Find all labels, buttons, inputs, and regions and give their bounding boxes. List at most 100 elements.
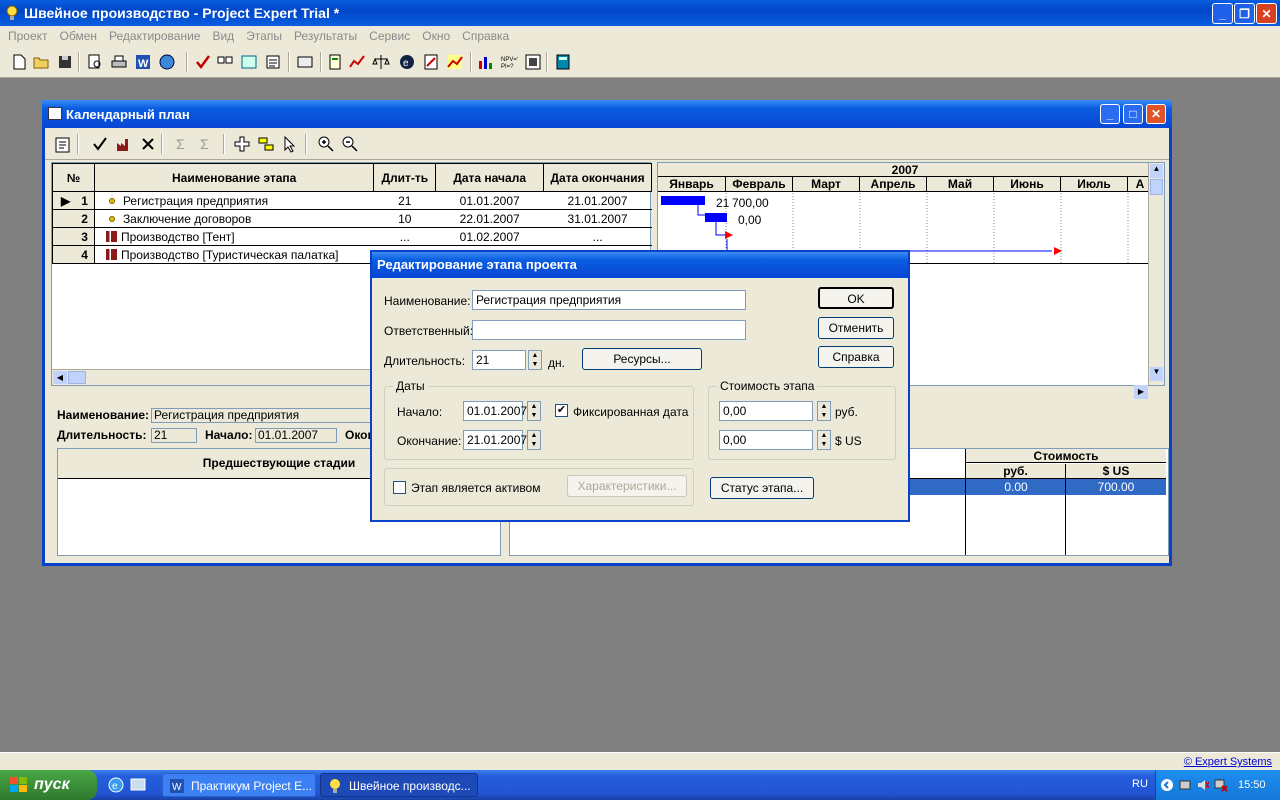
new-file-icon[interactable] <box>10 53 28 71</box>
preview-icon[interactable] <box>86 53 104 71</box>
end-date-input[interactable]: 21.01.2007 <box>463 430 527 450</box>
task-sewing-production[interactable]: Швейное производс... <box>320 773 478 797</box>
save-icon[interactable] <box>56 53 74 71</box>
menu-window[interactable]: Окно <box>416 29 456 43</box>
resources-button[interactable]: Ресурсы... <box>582 348 702 370</box>
table-row[interactable]: 2 Заключение договоров 10 22.01.2007 31.… <box>52 209 652 228</box>
gantt-month: Февраль <box>726 177 793 192</box>
child-close-button[interactable]: ✕ <box>1146 104 1166 124</box>
menu-stages[interactable]: Этапы <box>240 29 288 43</box>
task-label: Практикум Project E... <box>191 779 313 793</box>
npv-pi-icon[interactable]: NPV=?PI=? <box>500 53 518 71</box>
delete-icon[interactable] <box>139 135 157 153</box>
desktop-icon[interactable] <box>130 777 146 793</box>
col-end[interactable]: Дата окончания <box>543 163 652 192</box>
checklist-icon[interactable] <box>216 53 234 71</box>
close-button[interactable]: ✕ <box>1256 3 1277 24</box>
restore-button[interactable]: ❐ <box>1234 3 1255 24</box>
cost-usd-input[interactable]: 0,00 <box>719 430 813 450</box>
menu-view[interactable]: Вид <box>206 29 240 43</box>
table-row[interactable]: ▶ 1 Регистрация предприятия 21 01.01.2007… <box>52 191 652 210</box>
scroll-left-button[interactable]: ◀ <box>53 371 67 384</box>
balance-icon[interactable] <box>372 53 390 71</box>
cost-usd-spinner[interactable]: ▲ ▼ <box>817 430 831 450</box>
sum-down-icon[interactable]: Σ <box>197 135 215 153</box>
help-button[interactable]: Справка <box>818 346 894 368</box>
graph-icon[interactable] <box>422 53 440 71</box>
volume-icon[interactable] <box>1196 778 1210 792</box>
web-export-icon[interactable] <box>158 53 176 71</box>
child-minimize-button[interactable]: _ <box>1100 104 1120 124</box>
factory-icon[interactable] <box>115 135 133 153</box>
confirm-icon[interactable] <box>91 135 109 153</box>
scroll-thumb[interactable] <box>1150 179 1163 195</box>
scroll-thumb[interactable] <box>68 371 86 384</box>
link-stages-icon[interactable] <box>257 135 275 153</box>
language-indicator[interactable]: RU <box>1132 778 1148 790</box>
col-start[interactable]: Дата начала <box>435 163 545 192</box>
network-disconnected-icon[interactable] <box>1214 778 1228 792</box>
gantt-vscrollbar[interactable]: ▲ ▼ <box>1148 163 1164 385</box>
open-folder-icon[interactable] <box>32 53 50 71</box>
calculator-icon[interactable] <box>554 53 572 71</box>
chart-icon[interactable] <box>446 53 464 71</box>
col-duration[interactable]: Длит-ть <box>373 163 437 192</box>
scroll-up-button[interactable]: ▲ <box>1150 164 1163 178</box>
scroll-right-button[interactable]: ▶ <box>1134 385 1148 399</box>
child-maximize-button[interactable]: □ <box>1123 104 1143 124</box>
network-icon[interactable] <box>1178 778 1192 792</box>
menu-project[interactable]: Проект <box>2 29 54 43</box>
efficiency-icon[interactable]: e <box>398 53 416 71</box>
bar-chart-icon[interactable] <box>476 53 494 71</box>
stage-status-button[interactable]: Статус этапа... <box>710 477 814 499</box>
cancel-button[interactable]: Отменить <box>818 317 894 339</box>
start-date-spinner[interactable]: ▲ ▼ <box>527 401 541 421</box>
stage-properties-icon[interactable] <box>53 135 73 155</box>
start-date-input[interactable]: 01.01.2007 <box>463 401 527 421</box>
scroll-down-button[interactable]: ▼ <box>1150 367 1163 381</box>
menu-service[interactable]: Сервис <box>363 29 416 43</box>
zoom-out-icon[interactable] <box>341 135 359 153</box>
pointer-icon[interactable] <box>281 135 299 153</box>
cost-rub-spinner[interactable]: ▲ ▼ <box>817 401 831 421</box>
check-icon[interactable] <box>194 53 212 71</box>
characteristics-button[interactable]: Характеристики... <box>567 475 687 497</box>
notes-icon[interactable] <box>264 53 282 71</box>
responsible-input[interactable] <box>472 320 746 340</box>
table-row[interactable]: 3 Производство [Тент] ... 01.02.2007 ... <box>52 227 652 246</box>
menu-exchange[interactable]: Обмен <box>54 29 104 43</box>
window-icon[interactable] <box>296 53 314 71</box>
menu-results[interactable]: Результаты <box>288 29 363 43</box>
start-button[interactable]: пуск <box>0 770 97 800</box>
fixed-date-checkbox[interactable]: ✔ <box>555 404 568 417</box>
menu-bar: Проект Обмен Редактирование Вид Этапы Ре… <box>0 26 1280 46</box>
col-num[interactable]: № <box>52 163 95 192</box>
zoom-in-icon[interactable] <box>317 135 335 153</box>
end-date-spinner[interactable]: ▲ ▼ <box>527 430 541 450</box>
asset-checkbox[interactable] <box>393 481 406 494</box>
duration-input[interactable]: 21 <box>472 350 526 370</box>
sum-up-icon[interactable]: Σ <box>173 135 191 153</box>
ok-button[interactable]: OK <box>818 287 894 309</box>
exchange-icon[interactable] <box>240 53 258 71</box>
print-icon[interactable] <box>110 53 128 71</box>
add-stage-icon[interactable] <box>233 135 251 153</box>
row-name: Производство [Тент] <box>120 229 235 244</box>
cost-rub-input[interactable]: 0,00 <box>719 401 813 421</box>
dialog-title: Редактирование этапа проекта <box>372 252 908 278</box>
ie-icon[interactable]: e <box>108 777 124 793</box>
minimize-button[interactable]: _ <box>1212 3 1233 24</box>
task-practicum[interactable]: W Практикум Project E... <box>162 773 316 797</box>
back-arrow-icon[interactable] <box>1160 778 1174 792</box>
col-name[interactable]: Наименование этапа <box>93 163 375 192</box>
analysis-icon[interactable] <box>524 53 542 71</box>
stage-name-input[interactable]: Регистрация предприятия <box>472 290 746 310</box>
copyright-link[interactable]: © Expert Systems <box>1184 756 1272 768</box>
menu-help[interactable]: Справка <box>456 29 515 43</box>
menu-edit[interactable]: Редактирование <box>103 29 206 43</box>
word-export-icon[interactable]: W <box>134 53 152 71</box>
cashflow-icon[interactable] <box>348 53 366 71</box>
report-icon[interactable] <box>326 53 344 71</box>
gantt-month: Июль <box>1061 177 1128 192</box>
duration-spinner[interactable]: ▲ ▼ <box>528 350 542 370</box>
